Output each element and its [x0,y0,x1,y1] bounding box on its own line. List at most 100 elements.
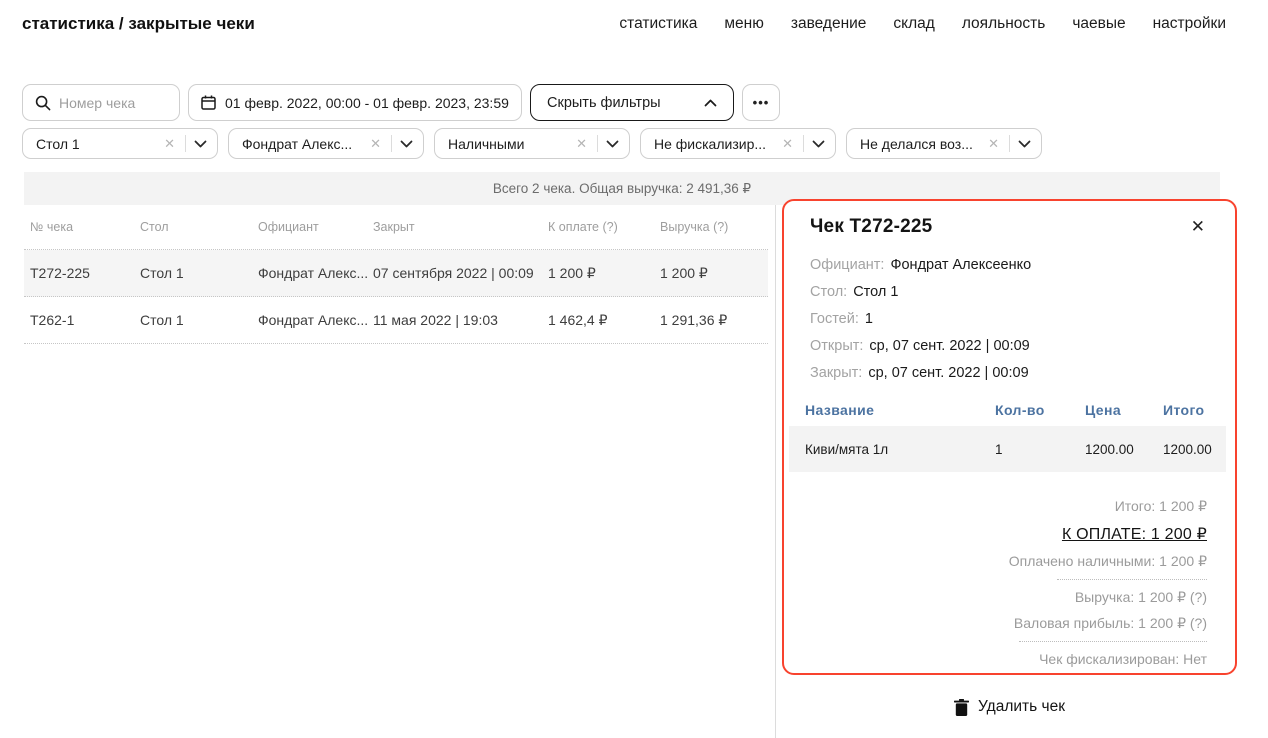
receipt-revenue: 1 200 ₽ [660,265,768,282]
receipt-to-pay: 1 462,4 ₽ [548,312,660,329]
filter-toolbar: 01 февр. 2022, 00:00 - 01 февр. 2023, 23… [22,84,780,121]
panel-divider [775,205,776,738]
chip-divider [391,135,392,152]
hide-filters-button[interactable]: Скрыть фильтры [530,84,734,121]
chevron-down-icon[interactable] [606,140,619,148]
filter-chip-waiter[interactable]: Фондрат Алекс... ✕ [228,128,424,159]
remove-filter-icon[interactable]: ✕ [368,136,383,152]
chevron-down-icon[interactable] [194,140,207,148]
fiscalized-status: Чек фискализирован: Нет [1039,646,1207,672]
col-header-table: Стол [140,220,258,234]
item-col-total: Итого [1163,402,1214,418]
receipt-search[interactable] [22,84,180,121]
total-subtotal: Итого: 1 200 ₽ [1115,493,1207,519]
date-range-label: 01 февр. 2022, 00:00 - 01 февр. 2023, 23… [225,95,509,111]
receipt-items-table: Название Кол-во Цена Итого Киви/мята 1л … [789,401,1226,472]
total-gross-profit: Валовая прибыль: 1 200 ₽ (?) [1014,610,1207,636]
receipt-details: Официант: Фондрат Алексеенко Стол: Стол … [810,251,1207,386]
chip-divider [1009,135,1010,152]
chevron-down-icon[interactable] [812,140,825,148]
table-row[interactable]: T262-1 Стол 1 Фондрат Алекс... 11 мая 20… [24,297,768,344]
delete-receipt-label: Удалить чек [978,698,1065,716]
receipt-number: T272-225 [30,265,140,281]
search-input[interactable] [59,95,169,111]
item-qty: 1 [995,442,1085,457]
filter-chip-table[interactable]: Стол 1 ✕ [22,128,218,159]
nav-item-statistics[interactable]: статистика [619,15,697,33]
receipt-waiter: Фондрат Алекс... [258,265,370,281]
filter-chip-fiscalization[interactable]: Не фискализир... ✕ [640,128,836,159]
receipt-revenue: 1 291,36 ₽ [660,312,768,329]
receipt-closed: 11 мая 2022 | 19:03 [373,312,548,328]
receipt-table: Стол 1 [140,312,258,328]
chip-divider [597,135,598,152]
filter-chip-label: Наличными [448,136,574,152]
receipt-number: T262-1 [30,312,140,328]
search-icon [35,95,51,111]
item-col-qty: Кол-во [995,402,1085,418]
filter-chip-label: Не делался воз... [860,136,986,152]
detail-waiter: Официант: Фондрат Алексеенко [810,251,1207,278]
receipt-to-pay: 1 200 ₽ [548,265,660,282]
totals-divider [1019,641,1207,642]
col-header-number: № чека [30,220,140,234]
top-bar: статистика / закрытые чеки статистика ме… [22,14,1226,34]
col-header-to-pay: К оплате (?) [548,220,660,234]
col-header-waiter: Официант [258,220,373,234]
receipts-table-header: № чека Стол Официант Закрыт К оплате (?)… [24,205,768,250]
delete-receipt-button[interactable]: Удалить чек [782,698,1237,716]
col-header-revenue: Выручка (?) [660,220,768,234]
page-title: статистика / закрытые чеки [22,14,255,34]
hide-filters-label: Скрыть фильтры [547,95,661,111]
active-filter-chips: Стол 1 ✕ Фондрат Алекс... ✕ Наличными ✕ … [22,128,1042,159]
item-col-name: Название [805,402,995,418]
filter-chip-payment[interactable]: Наличными ✕ [434,128,630,159]
receipt-totals: Итого: 1 200 ₽ К ОПЛАТЕ: 1 200 ₽ Оплачен… [810,493,1207,672]
close-icon[interactable]: ✕ [1189,216,1207,237]
main-nav: статистика меню заведение склад лояльнос… [619,15,1226,33]
more-options-button[interactable]: ••• [742,84,780,121]
chevron-down-icon[interactable] [1018,140,1031,148]
total-revenue: Выручка: 1 200 ₽ (?) [1075,584,1207,610]
chevron-down-icon[interactable] [400,140,413,148]
items-table-header: Название Кол-во Цена Итого [789,401,1226,419]
nav-item-menu[interactable]: меню [724,15,763,33]
chevron-up-icon [704,99,717,107]
date-range-button[interactable]: 01 февр. 2022, 00:00 - 01 февр. 2023, 23… [188,84,522,121]
table-row[interactable]: T272-225 Стол 1 Фондрат Алекс... 07 сент… [24,250,768,297]
filter-chip-label: Не фискализир... [654,136,780,152]
receipt-closed: 07 сентября 2022 | 00:09 [373,265,548,281]
detail-table: Стол: Стол 1 [810,278,1207,305]
total-paid-cash: Оплачено наличными: 1 200 ₽ [1009,548,1207,574]
receipts-table: № чека Стол Официант Закрыт К оплате (?)… [24,205,768,344]
nav-item-settings[interactable]: настройки [1153,15,1226,33]
nav-item-venue[interactable]: заведение [791,15,867,33]
nav-item-stock[interactable]: склад [893,15,934,33]
list-item: Киви/мята 1л 1 1200.00 1200.00 [789,426,1226,472]
filter-chip-label: Фондрат Алекс... [242,136,368,152]
receipt-table: Стол 1 [140,265,258,281]
detail-guests: Гостей: 1 [810,305,1207,332]
remove-filter-icon[interactable]: ✕ [574,136,589,152]
filter-chip-refund[interactable]: Не делался воз... ✕ [846,128,1042,159]
filter-chip-label: Стол 1 [36,136,162,152]
receipt-waiter: Фондрат Алекс... [258,312,370,328]
nav-item-loyalty[interactable]: лояльность [962,15,1045,33]
remove-filter-icon[interactable]: ✕ [162,136,177,152]
totals-divider [1057,579,1207,580]
calendar-icon [201,95,216,110]
col-header-closed: Закрыт [373,220,548,234]
remove-filter-icon[interactable]: ✕ [986,136,1001,152]
item-price: 1200.00 [1085,442,1163,457]
nav-item-tips[interactable]: чаевые [1072,15,1125,33]
trash-icon [954,699,969,716]
ellipsis-icon: ••• [753,95,770,110]
panel-header: Чек T272-225 ✕ [810,216,1207,238]
detail-opened: Открыт: ср, 07 сент. 2022 | 00:09 [810,332,1207,359]
item-total: 1200.00 [1163,442,1214,457]
remove-filter-icon[interactable]: ✕ [780,136,795,152]
summary-text: Всего 2 чека. Общая выручка: 2 491,36 ₽ [493,181,751,197]
chip-divider [803,135,804,152]
item-name: Киви/мята 1л [805,442,995,457]
chip-divider [185,135,186,152]
